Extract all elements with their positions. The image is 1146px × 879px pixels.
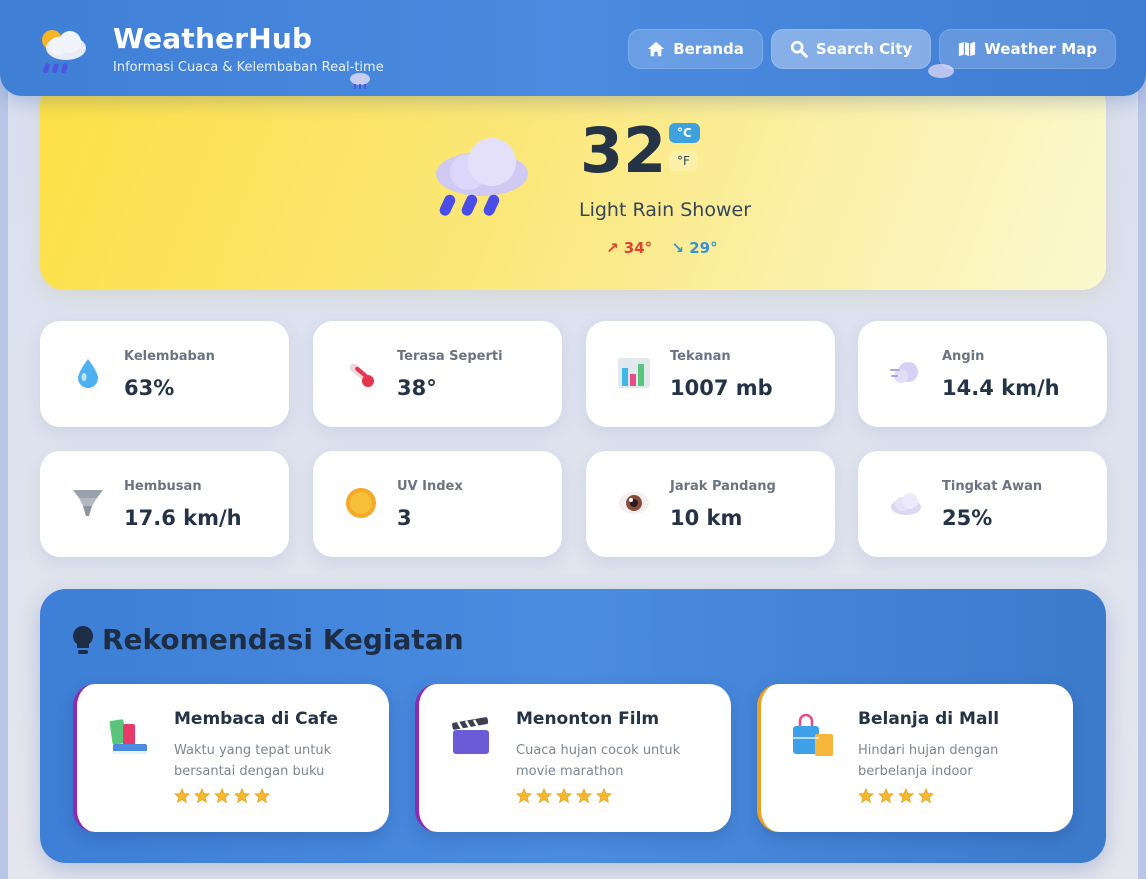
recommendation-title: Membaca di Cafe xyxy=(174,709,339,729)
nav-beranda-label: Beranda xyxy=(673,40,744,58)
recommendation-title: Belanja di Mall xyxy=(858,709,1000,729)
stat-card-cloud-cover: Tingkat Awan 25% xyxy=(858,451,1107,557)
tornado-icon xyxy=(73,490,103,516)
stat-label: Tingkat Awan xyxy=(942,479,1043,494)
clapperboard-icon xyxy=(452,717,489,754)
nav-beranda-button[interactable]: Beranda xyxy=(628,29,763,69)
bar-chart-icon xyxy=(618,358,650,388)
app-subtitle: Informasi Cuaca & Kelembaban Real-time xyxy=(113,60,384,75)
home-icon xyxy=(648,41,665,57)
stat-value: 25% xyxy=(942,506,993,530)
stat-value: 38° xyxy=(397,376,437,400)
recommendation-card-read[interactable]: Membaca di Cafe Waktu yang tepat untuk b… xyxy=(73,684,389,832)
stat-value: 63% xyxy=(124,376,175,400)
stat-label: Terasa Seperti xyxy=(397,349,503,364)
thermometer-icon xyxy=(349,363,374,387)
unit-fahrenheit-toggle[interactable]: °F xyxy=(669,151,698,171)
unit-celsius-toggle[interactable]: °C xyxy=(669,123,700,143)
recommendation-desc: Hindari hujan dengan berbelanja indoor xyxy=(858,743,999,779)
recommendation-card-movie[interactable]: Menonton Film Cuaca hujan cocok untuk mo… xyxy=(415,684,731,832)
stat-card-feels-like: Terasa Seperti 38° xyxy=(313,321,562,427)
star-icon xyxy=(556,788,572,804)
books-icon xyxy=(109,719,147,754)
app-header: WeatherHub Informasi Cuaca & Kelembaban … xyxy=(0,0,1146,96)
stat-value: 17.6 km/h xyxy=(124,506,242,530)
map-icon xyxy=(959,41,976,57)
high-temp: ↗ 34° xyxy=(606,239,653,257)
stat-card-pressure: Tekanan 1007 mb xyxy=(586,321,835,427)
app-title: WeatherHub xyxy=(113,22,313,55)
star-icon xyxy=(516,788,532,804)
recommendation-card-mall[interactable]: Belanja di Mall Hindari hujan dengan ber… xyxy=(757,684,1073,832)
sun-icon xyxy=(346,488,376,518)
stat-label: Jarak Pandang xyxy=(670,479,776,494)
star-rating xyxy=(516,788,612,804)
stat-card-uv-index: UV Index 3 xyxy=(313,451,562,557)
nav-weather-map-button[interactable]: Weather Map xyxy=(939,29,1116,69)
star-icon xyxy=(858,788,874,804)
high-low-temps: ↗ 34° ↘ 29° xyxy=(606,239,718,257)
nav-search-city-label: Search City xyxy=(815,40,913,58)
star-icon xyxy=(254,788,270,804)
stat-label: Hembusan xyxy=(124,479,202,494)
sun-rain-cloud-icon xyxy=(42,30,86,74)
star-rating xyxy=(858,788,934,804)
stat-label: UV Index xyxy=(397,479,463,494)
recommendation-desc: Waktu yang tepat untuk bersantai dengan … xyxy=(174,743,332,779)
star-icon xyxy=(576,788,592,804)
star-icon xyxy=(234,788,250,804)
star-icon xyxy=(214,788,230,804)
stat-label: Tekanan xyxy=(670,349,731,364)
star-icon xyxy=(596,788,612,804)
star-rating xyxy=(174,788,270,804)
recommendations-panel: Rekomendasi Kegiatan Membaca di Cafe Wak… xyxy=(40,589,1106,863)
star-icon xyxy=(536,788,552,804)
star-icon xyxy=(174,788,190,804)
low-temp: ↘ 29° xyxy=(671,239,718,257)
top-nav: Beranda Search City Weather Map xyxy=(628,29,1116,69)
stat-card-humidity: Kelembaban 63% xyxy=(40,321,289,427)
droplet-icon xyxy=(78,359,98,388)
stat-label: Angin xyxy=(942,349,985,364)
wind-icon xyxy=(890,362,918,383)
stat-value: 14.4 km/h xyxy=(942,376,1060,400)
small-rain-cloud-icon xyxy=(350,73,370,89)
stat-card-wind: Angin 14.4 km/h xyxy=(858,321,1107,427)
stat-value: 10 km xyxy=(670,506,743,530)
star-icon xyxy=(898,788,914,804)
star-icon xyxy=(878,788,894,804)
stat-value: 1007 mb xyxy=(670,376,773,400)
lightbulb-icon xyxy=(73,625,93,654)
stat-label: Kelembaban xyxy=(124,349,215,364)
eye-icon xyxy=(619,492,649,514)
recommendations-title: Rekomendasi Kegiatan xyxy=(102,623,464,656)
star-icon xyxy=(194,788,210,804)
stat-card-visibility: Jarak Pandang 10 km xyxy=(586,451,835,557)
weather-condition: Light Rain Shower xyxy=(579,199,752,221)
shopping-bags-icon xyxy=(793,714,833,756)
rain-cloud-icon xyxy=(436,138,528,216)
nav-weather-map-label: Weather Map xyxy=(984,40,1097,58)
current-weather-panel: 32 °C °F Light Rain Shower ↗ 34° ↘ 29° xyxy=(40,80,1106,290)
stat-value: 3 xyxy=(397,506,412,530)
recommendation-desc: Cuaca hujan cocok untuk movie marathon xyxy=(516,743,681,779)
nav-search-city-button[interactable]: Search City xyxy=(770,29,932,69)
stat-card-gust: Hembusan 17.6 km/h xyxy=(40,451,289,557)
star-icon xyxy=(918,788,934,804)
search-icon xyxy=(790,40,808,58)
temperature-value: 32 xyxy=(580,114,667,187)
recommendations-heading: Rekomendasi Kegiatan xyxy=(72,623,464,656)
recommendation-title: Menonton Film xyxy=(516,709,660,729)
cloud-icon xyxy=(891,493,921,515)
